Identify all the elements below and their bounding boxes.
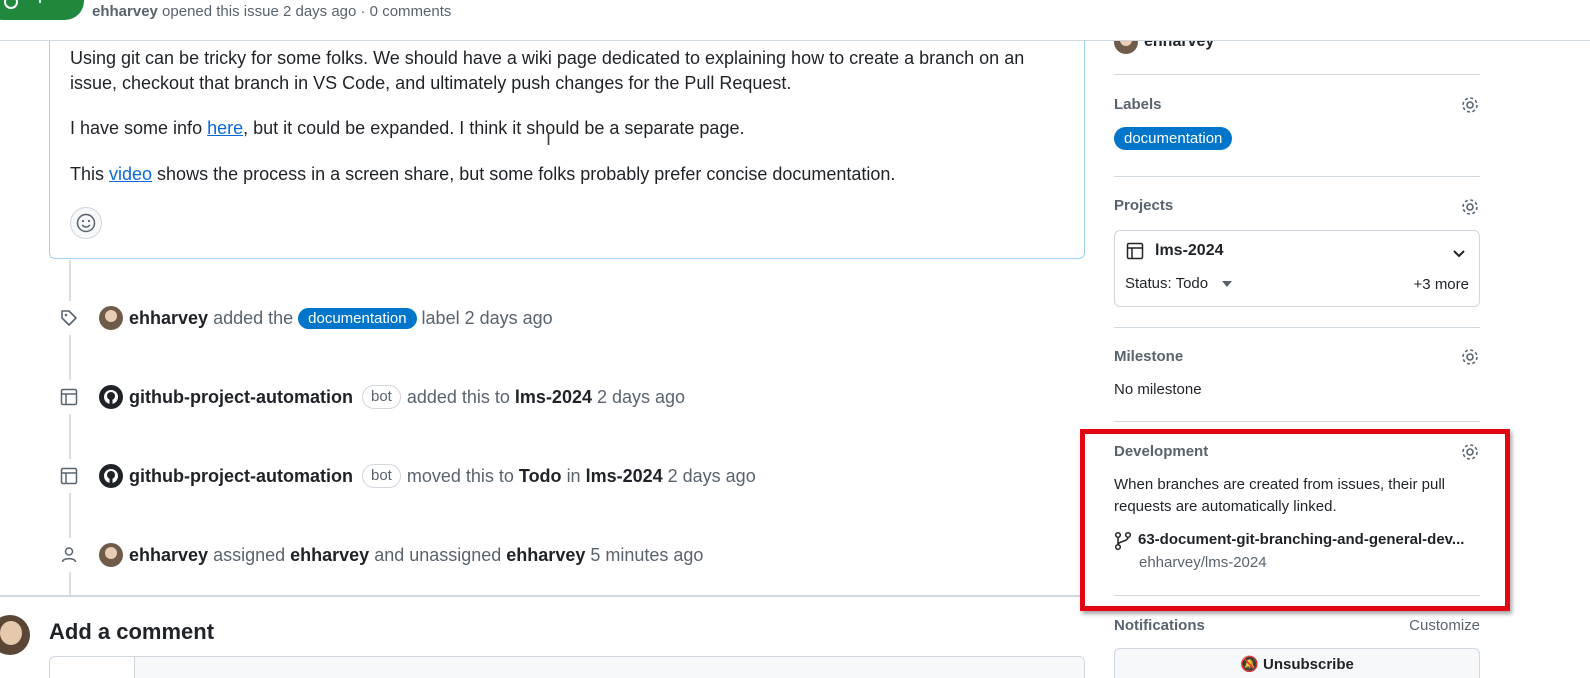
customize-link[interactable]: Customize	[1409, 617, 1480, 634]
label-pill[interactable]: documentation	[1114, 127, 1233, 150]
project-card: lms-2024 Status: Todo +3 more	[1114, 230, 1480, 307]
comment-text: , but it could be expanded. I think it s…	[243, 118, 745, 138]
bell-slash-icon: 🔕	[1240, 656, 1259, 673]
text-cursor-icon: I	[546, 129, 552, 149]
event-text: added the	[213, 307, 294, 328]
github-logo-icon[interactable]	[99, 464, 123, 488]
issue-sidebar: ehharvey Labels documentation Projects l…	[1114, 0, 1480, 678]
event-time: label 2 days ago	[421, 307, 553, 328]
issue-comment-body: Using git can be tricky for some folks. …	[49, 30, 1085, 259]
current-user-avatar[interactable]	[0, 615, 30, 655]
timeline-event-project-add: github-project-automation bot added this…	[52, 379, 685, 415]
gear-icon[interactable]	[1460, 442, 1480, 462]
person-icon	[52, 538, 86, 572]
bot-badge: bot	[361, 464, 401, 488]
notifications-heading: Notifications	[1114, 617, 1205, 634]
comment-text: I have some info	[70, 118, 208, 138]
issue-meta-text: opened this issue 2 days ago · 0 comment…	[162, 3, 452, 20]
project-status-select[interactable]: Status: Todo	[1125, 275, 1233, 292]
divider	[1114, 74, 1480, 75]
gear-icon[interactable]	[1460, 197, 1480, 217]
timeline-event-label: ehharvey added the documentation label 2…	[52, 300, 553, 336]
timeline-separator	[0, 595, 1085, 597]
branch-name[interactable]: 63-document-git-branching-and-general-de…	[1138, 531, 1464, 551]
tag-icon	[52, 301, 86, 335]
development-heading[interactable]: Development	[1114, 443, 1208, 460]
project-link[interactable]: lms-2024	[515, 387, 592, 408]
issue-status-label: Open	[24, 0, 68, 12]
event-actor-link[interactable]: github-project-automation	[129, 466, 353, 487]
divider	[1114, 327, 1480, 328]
bot-badge: bot	[361, 385, 401, 409]
add-comment-heading: Add a comment	[49, 619, 215, 644]
event-text: moved this to	[406, 465, 514, 486]
divider	[1114, 421, 1480, 422]
milestone-heading[interactable]: Milestone	[1114, 348, 1183, 365]
labels-heading[interactable]: Labels	[1114, 96, 1162, 113]
label-pill[interactable]: documentation	[298, 307, 417, 329]
avatar[interactable]	[99, 543, 123, 567]
comment-editor[interactable]	[49, 656, 1085, 678]
unsubscribe-label: Unsubscribe	[1263, 656, 1354, 673]
issue-author-link[interactable]: ehharvey	[92, 3, 158, 20]
git-branch-icon	[1114, 531, 1132, 551]
add-reaction-button[interactable]	[70, 207, 102, 239]
caret-down-icon	[1222, 281, 1233, 288]
project-link[interactable]: lms-2024	[586, 466, 663, 487]
avatar[interactable]	[99, 306, 123, 330]
chevron-down-icon[interactable]	[1451, 245, 1467, 261]
smiley-icon	[76, 213, 96, 233]
table-icon	[52, 380, 86, 414]
info-link[interactable]: here	[207, 118, 243, 138]
linked-branch[interactable]: 63-document-git-branching-and-general-de…	[1114, 531, 1464, 551]
divider	[1114, 176, 1480, 177]
write-tab[interactable]	[50, 657, 135, 678]
event-time: 2 days ago	[667, 465, 756, 486]
project-name[interactable]: lms-2024	[1155, 242, 1224, 260]
table-icon	[1126, 242, 1144, 260]
comment-paragraph-3: This video shows the process in a screen…	[70, 162, 1060, 187]
branch-repo[interactable]: ehharvey/lms-2024	[1139, 554, 1267, 571]
issue-meta: ehharvey opened this issue 2 days ago · …	[92, 3, 451, 20]
timeline-event-project-move: github-project-automation bot moved this…	[52, 458, 756, 494]
github-logo-icon[interactable]	[99, 385, 123, 409]
user-link[interactable]: ehharvey	[506, 545, 585, 566]
event-text: assigned	[213, 544, 286, 565]
development-description: When branches are created from issues, t…	[1114, 476, 1445, 515]
event-actor-link[interactable]: ehharvey	[129, 545, 208, 566]
event-actor-link[interactable]: ehharvey	[129, 308, 208, 329]
user-link[interactable]: ehharvey	[290, 545, 369, 566]
comment-paragraph-2: I have some info here, but it could be e…	[70, 116, 1060, 141]
issue-open-icon	[4, 0, 18, 9]
more-projects-button[interactable]: +3 more	[1414, 276, 1469, 293]
event-text: added this to	[406, 386, 510, 407]
milestone-value: No milestone	[1114, 381, 1202, 398]
issue-status-badge: Open	[0, 0, 85, 20]
unsubscribe-button[interactable]: 🔕 Unsubscribe	[1114, 648, 1480, 678]
event-time: 2 days ago	[596, 386, 686, 407]
project-status-value: Status: Todo	[1125, 275, 1209, 292]
event-text: and unassigned	[374, 544, 502, 565]
table-icon	[52, 459, 86, 493]
projects-heading[interactable]: Projects	[1114, 197, 1173, 214]
sticky-issue-header: Open ehharvey opened this issue 2 days a…	[0, 0, 1590, 41]
divider	[1114, 595, 1480, 596]
gear-icon[interactable]	[1460, 347, 1480, 367]
status-value: Todo	[518, 465, 562, 486]
comment-paragraph-1: Using git can be tricky for some folks. …	[70, 48, 1025, 93]
gear-icon[interactable]	[1460, 95, 1480, 115]
comment-text: This	[70, 164, 110, 184]
event-text: in	[566, 465, 581, 486]
video-link[interactable]: video	[109, 164, 152, 184]
event-actor-link[interactable]: github-project-automation	[129, 387, 353, 408]
event-time: 5 minutes ago	[590, 544, 704, 565]
timeline-event-assign: ehharvey assigned ehharvey and unassigne…	[52, 537, 703, 573]
comment-text: shows the process in a screen share, but…	[152, 164, 896, 184]
